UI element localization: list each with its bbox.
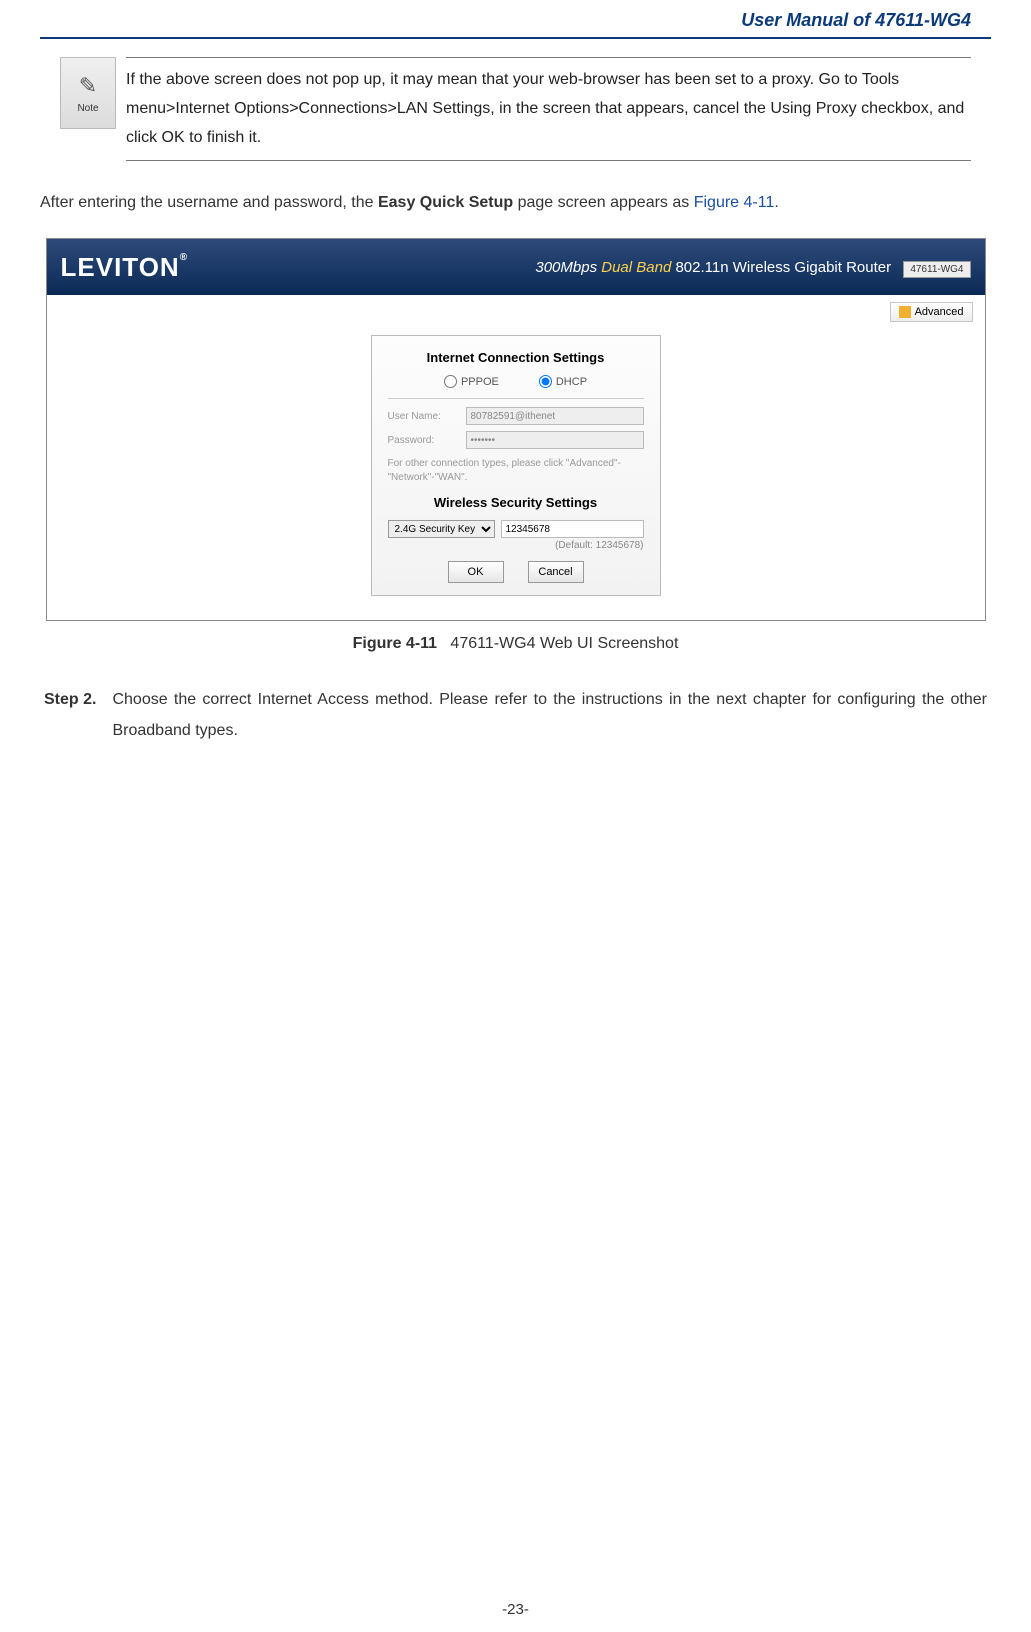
figure-number: Figure 4-11 bbox=[353, 635, 437, 652]
figure-caption: Figure 4-11 47611-WG4 Web UI Screenshot bbox=[40, 635, 991, 653]
radio-dhcp-input[interactable] bbox=[539, 375, 552, 388]
page-header-title: User Manual of 47611-WG4 bbox=[40, 0, 991, 37]
security-key-select[interactable]: 2.4G Security Key bbox=[388, 520, 495, 538]
username-row: User Name: bbox=[388, 407, 644, 425]
intro-suffix: . bbox=[774, 194, 778, 211]
step-label: Step 2. bbox=[44, 685, 96, 746]
cancel-button[interactable]: Cancel bbox=[528, 561, 584, 583]
model-chip: 47611-WG4 bbox=[903, 261, 970, 278]
banner-rest: 802.11n Wireless Gigabit Router bbox=[671, 259, 891, 276]
radio-row: PPPOE DHCP bbox=[388, 375, 644, 388]
dialog-button-row: OK Cancel bbox=[388, 561, 644, 583]
figure-text: 47611-WG4 Web UI Screenshot bbox=[450, 635, 678, 652]
advanced-label: Advanced bbox=[915, 306, 964, 318]
router-toolbar: Advanced bbox=[47, 295, 985, 329]
intro-paragraph: After entering the username and password… bbox=[40, 189, 991, 218]
password-label: Password: bbox=[388, 435, 458, 446]
dialog-heading-connection: Internet Connection Settings bbox=[388, 350, 644, 365]
router-ui-screenshot: LEVITON® 300Mbps Dual Band 802.11n Wirel… bbox=[46, 238, 986, 621]
banner-dual: Dual Band bbox=[601, 259, 671, 276]
note-icon: ✎ Note bbox=[60, 57, 116, 129]
pencil-icon: ✎ bbox=[79, 73, 97, 99]
username-label: User Name: bbox=[388, 411, 458, 422]
note-text-wrap: If the above screen does not pop up, it … bbox=[126, 57, 971, 161]
password-row: Password: bbox=[388, 431, 644, 449]
username-input[interactable] bbox=[466, 407, 644, 425]
intro-mid: page screen appears as bbox=[513, 194, 694, 211]
note-icon-label: Note bbox=[77, 103, 98, 114]
step-text: Choose the correct Internet Access metho… bbox=[112, 685, 987, 746]
header-rule bbox=[40, 37, 991, 39]
security-row: 2.4G Security Key bbox=[388, 520, 644, 538]
banner-speed: 300Mbps bbox=[535, 259, 601, 276]
dialog-heading-wireless: Wireless Security Settings bbox=[388, 495, 644, 510]
intro-prefix: After entering the username and password… bbox=[40, 194, 378, 211]
note-text: If the above screen does not pop up, it … bbox=[126, 66, 971, 152]
page-number: -23- bbox=[0, 1601, 1031, 1618]
ok-button[interactable]: OK bbox=[448, 561, 504, 583]
banner-text: 300Mbps Dual Band 802.11n Wireless Gigab… bbox=[535, 259, 970, 276]
radio-dhcp[interactable]: DHCP bbox=[539, 375, 587, 388]
password-input[interactable] bbox=[466, 431, 644, 449]
radio-dhcp-label: DHCP bbox=[556, 376, 587, 388]
note-block: ✎ Note If the above screen does not pop … bbox=[60, 57, 971, 161]
radio-pppoe-label: PPPOE bbox=[461, 376, 499, 388]
connection-hint: For other connection types, please click… bbox=[388, 457, 644, 485]
security-key-input[interactable] bbox=[501, 520, 644, 538]
advanced-icon bbox=[899, 306, 911, 318]
settings-dialog: Internet Connection Settings PPPOE DHCP … bbox=[371, 335, 661, 596]
router-banner: LEVITON® 300Mbps Dual Band 802.11n Wirel… bbox=[47, 239, 985, 295]
advanced-button[interactable]: Advanced bbox=[890, 302, 973, 322]
intro-figref: Figure 4-11 bbox=[694, 194, 775, 211]
separator bbox=[388, 398, 644, 399]
brand-logo: LEVITON® bbox=[61, 252, 189, 283]
radio-pppoe[interactable]: PPPOE bbox=[444, 375, 499, 388]
step-row: Step 2. Choose the correct Internet Acce… bbox=[44, 685, 987, 746]
default-key-note: (Default: 12345678) bbox=[388, 540, 644, 551]
intro-bold: Easy Quick Setup bbox=[378, 194, 513, 211]
radio-pppoe-input[interactable] bbox=[444, 375, 457, 388]
